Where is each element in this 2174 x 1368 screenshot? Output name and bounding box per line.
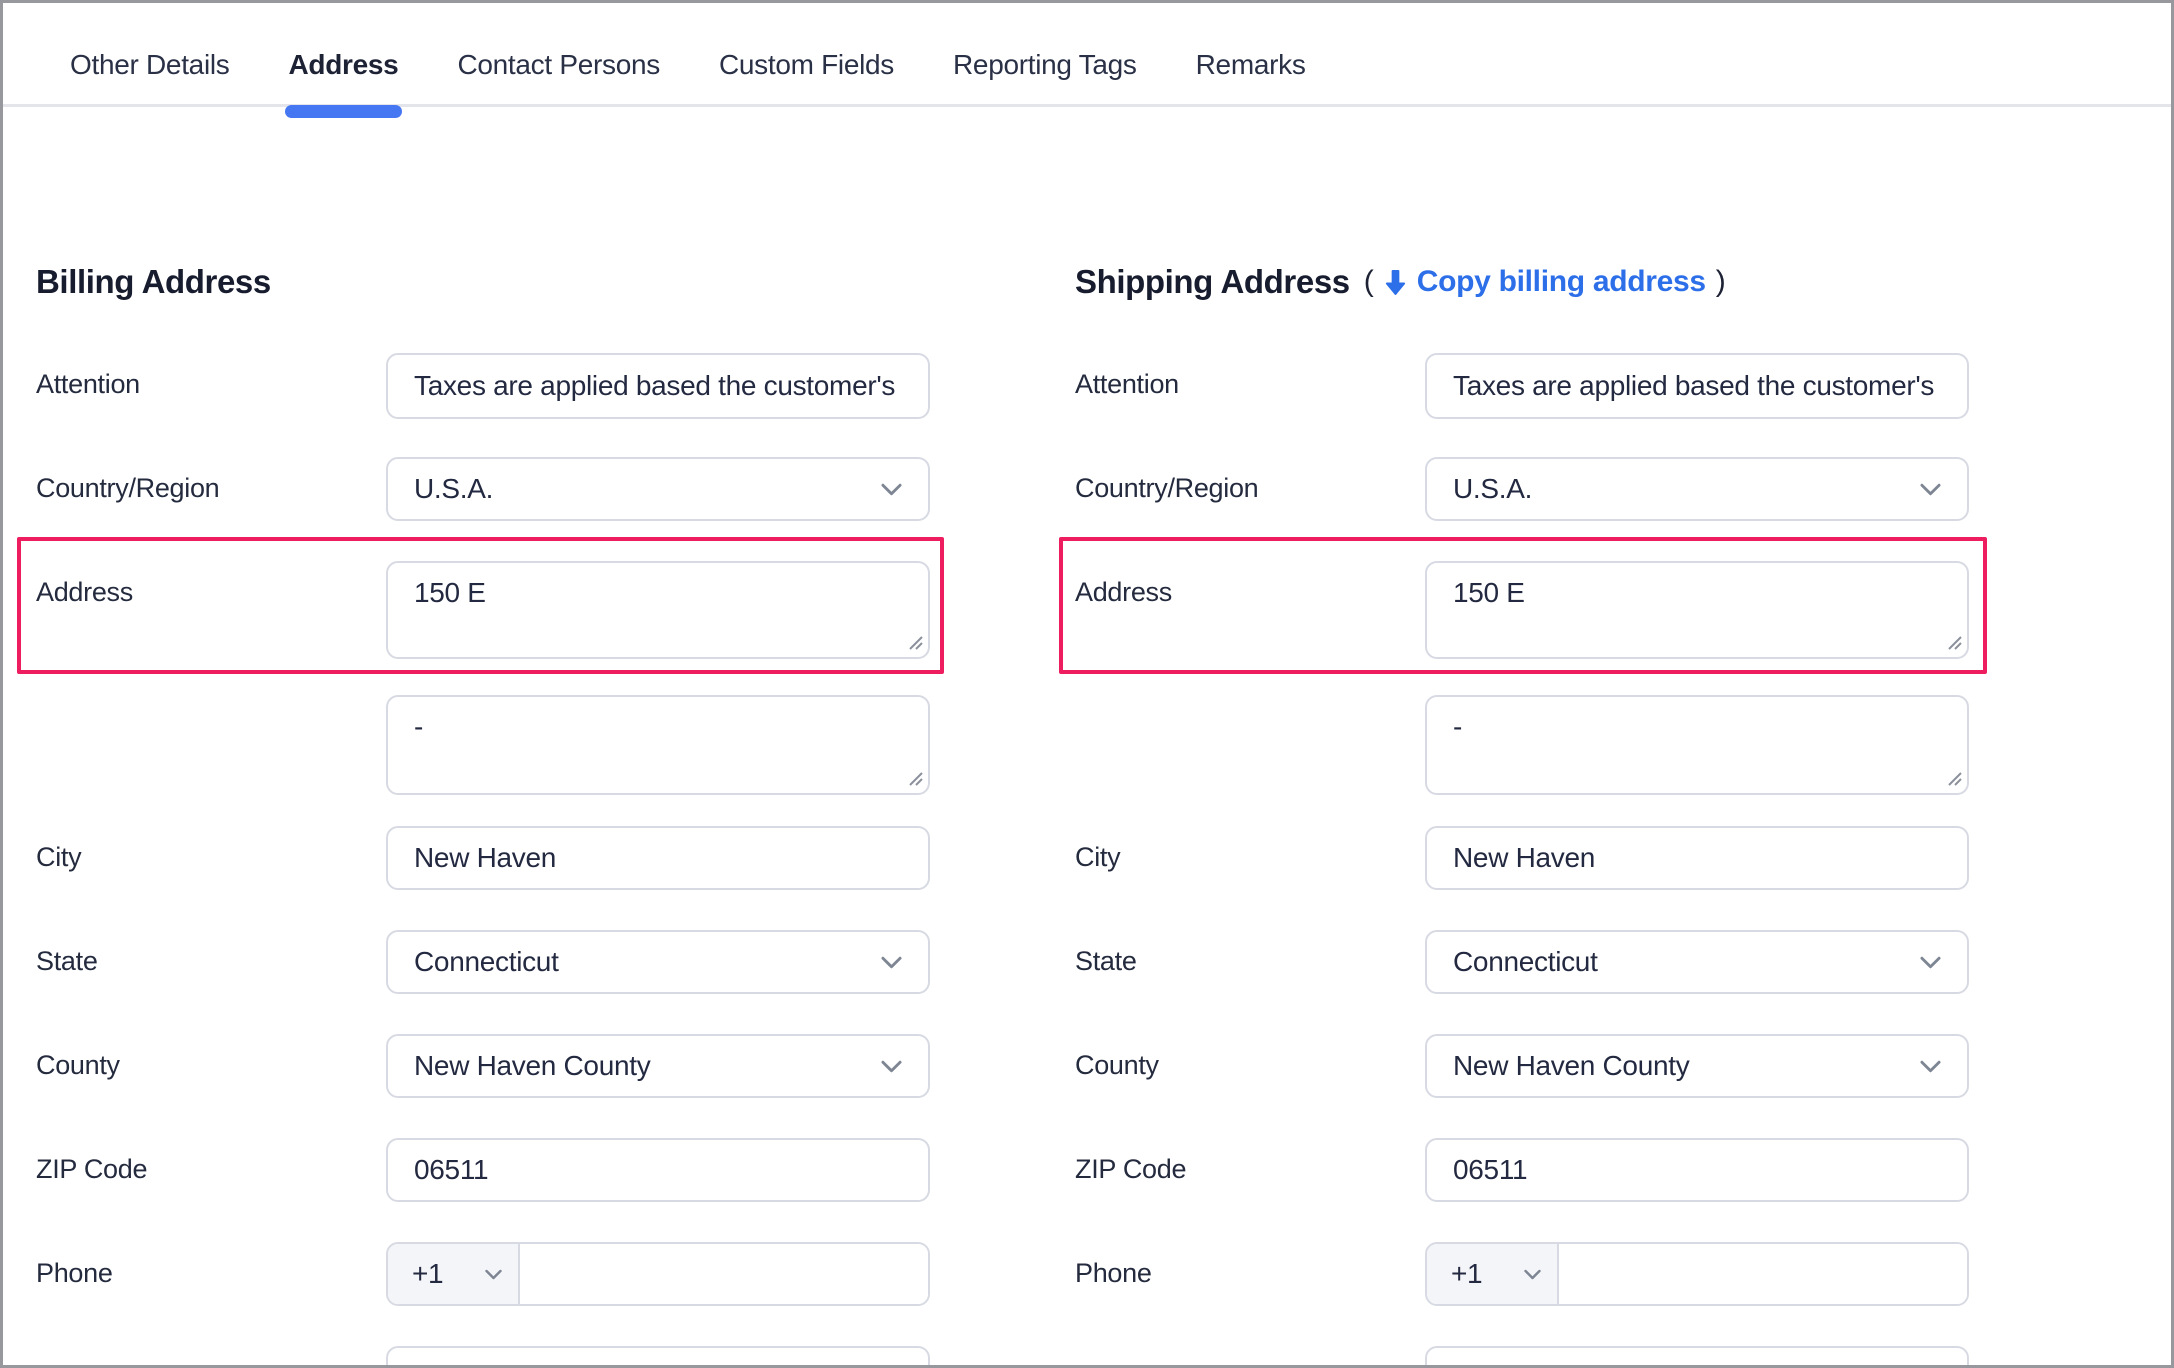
shipping-zip-input[interactable] bbox=[1425, 1138, 1969, 1202]
resize-handle-icon[interactable] bbox=[1942, 630, 1962, 650]
billing-state-row: State Connecticut bbox=[36, 930, 976, 994]
billing-city-label: City bbox=[36, 826, 386, 890]
shipping-phone-input[interactable] bbox=[1559, 1244, 1967, 1304]
shipping-city-input[interactable] bbox=[1425, 826, 1969, 890]
billing-zip-input[interactable] bbox=[386, 1138, 930, 1202]
billing-phone-field: +1 bbox=[386, 1242, 930, 1306]
shipping-zip-label: ZIP Code bbox=[1075, 1138, 1425, 1202]
tab-custom-fields[interactable]: Custom Fields bbox=[719, 25, 894, 104]
tab-bar: Other Details Address Contact Persons Cu… bbox=[3, 3, 2171, 107]
chevron-down-icon bbox=[1920, 483, 1941, 496]
shipping-city-row: City bbox=[1075, 826, 2015, 890]
shipping-address-section: Shipping Address ( Copy billing address … bbox=[1075, 247, 2015, 1368]
resize-handle-icon[interactable] bbox=[903, 766, 923, 786]
shipping-attention-label: Attention bbox=[1075, 353, 1425, 419]
billing-address-section: Billing Address Attention Country/Region… bbox=[36, 247, 976, 1368]
tab-remarks[interactable]: Remarks bbox=[1196, 25, 1306, 104]
billing-phone-row: Phone +1 bbox=[36, 1242, 976, 1306]
tab-address[interactable]: Address bbox=[289, 25, 399, 104]
active-tab-underline bbox=[285, 105, 403, 118]
shipping-county-label: County bbox=[1075, 1034, 1425, 1098]
billing-country-select[interactable]: U.S.A. bbox=[386, 457, 930, 521]
billing-address-street-textarea[interactable]: 150 E bbox=[386, 561, 930, 659]
billing-county-select[interactable]: New Haven County bbox=[386, 1034, 930, 1098]
shipping-address2-row: - bbox=[1075, 695, 2015, 795]
shipping-zip-row: ZIP Code bbox=[1075, 1138, 2015, 1202]
billing-fax-input[interactable] bbox=[386, 1346, 930, 1368]
customer-address-form: Other Details Address Contact Persons Cu… bbox=[0, 0, 2174, 1368]
shipping-phone-row: Phone +1 bbox=[1075, 1242, 2015, 1306]
shipping-county-row: County New Haven County bbox=[1075, 1034, 2015, 1098]
shipping-attention-input[interactable] bbox=[1425, 353, 1969, 419]
shipping-fax-label: Fax Number bbox=[1075, 1346, 1425, 1368]
billing-zip-label: ZIP Code bbox=[36, 1138, 386, 1202]
shipping-phone-country-code-select[interactable]: +1 bbox=[1427, 1244, 1559, 1304]
chevron-down-icon bbox=[485, 1269, 502, 1280]
shipping-state-row: State Connecticut bbox=[1075, 930, 2015, 994]
tab-reporting-tags[interactable]: Reporting Tags bbox=[953, 25, 1137, 104]
chevron-down-icon bbox=[1920, 1060, 1941, 1073]
tab-other-details[interactable]: Other Details bbox=[70, 25, 230, 104]
shipping-address-label: Address bbox=[1075, 561, 1425, 659]
paren-close: ) bbox=[1716, 265, 1726, 299]
chevron-down-icon bbox=[881, 483, 902, 496]
billing-attention-label: Attention bbox=[36, 353, 386, 419]
billing-address-row: Address 150 E bbox=[36, 561, 976, 659]
chevron-down-icon bbox=[881, 1060, 902, 1073]
shipping-phone-field: +1 bbox=[1425, 1242, 1969, 1306]
billing-attention-input[interactable] bbox=[386, 353, 930, 419]
billing-fax-label: Fax Number bbox=[36, 1346, 386, 1368]
shipping-city-label: City bbox=[1075, 826, 1425, 890]
shipping-address-line2-textarea[interactable]: - bbox=[1425, 695, 1969, 795]
copy-billing-address-link[interactable]: Copy billing address bbox=[1384, 265, 1706, 299]
billing-address-line2-textarea[interactable]: - bbox=[386, 695, 930, 795]
billing-city-input[interactable] bbox=[386, 826, 930, 890]
shipping-fax-input[interactable] bbox=[1425, 1346, 1969, 1368]
billing-address-label: Address bbox=[36, 561, 386, 659]
shipping-state-select[interactable]: Connecticut bbox=[1425, 930, 1969, 994]
billing-city-row: City bbox=[36, 826, 976, 890]
chevron-down-icon bbox=[1524, 1269, 1541, 1280]
billing-country-row: Country/Region U.S.A. bbox=[36, 457, 976, 521]
billing-phone-input[interactable] bbox=[520, 1244, 928, 1304]
billing-county-label: County bbox=[36, 1034, 386, 1098]
shipping-phone-label: Phone bbox=[1075, 1242, 1425, 1306]
shipping-attention-row: Attention bbox=[1075, 353, 2015, 419]
shipping-county-select[interactable]: New Haven County bbox=[1425, 1034, 1969, 1098]
shipping-address2-label bbox=[1075, 695, 1425, 795]
billing-address2-label bbox=[36, 695, 386, 795]
shipping-address-street-textarea[interactable]: 150 E bbox=[1425, 561, 1969, 659]
shipping-country-select[interactable]: U.S.A. bbox=[1425, 457, 1969, 521]
resize-handle-icon[interactable] bbox=[1942, 766, 1962, 786]
billing-phone-label: Phone bbox=[36, 1242, 386, 1306]
billing-zip-row: ZIP Code bbox=[36, 1138, 976, 1202]
billing-country-label: Country/Region bbox=[36, 457, 386, 521]
resize-handle-icon[interactable] bbox=[903, 630, 923, 650]
chevron-down-icon bbox=[881, 956, 902, 969]
shipping-address-title: Shipping Address bbox=[1075, 263, 1350, 301]
billing-state-label: State bbox=[36, 930, 386, 994]
shipping-state-label: State bbox=[1075, 930, 1425, 994]
paren-open: ( bbox=[1364, 265, 1374, 299]
chevron-down-icon bbox=[1920, 956, 1941, 969]
billing-attention-row: Attention bbox=[36, 353, 976, 419]
arrow-down-icon bbox=[1384, 269, 1407, 296]
shipping-address-row: Address 150 E bbox=[1075, 561, 2015, 659]
billing-fax-row: Fax Number bbox=[36, 1346, 976, 1368]
billing-county-row: County New Haven County bbox=[36, 1034, 976, 1098]
billing-address2-row: - bbox=[36, 695, 976, 795]
shipping-country-row: Country/Region U.S.A. bbox=[1075, 457, 2015, 521]
tab-contact-persons[interactable]: Contact Persons bbox=[457, 25, 660, 104]
billing-phone-country-code-select[interactable]: +1 bbox=[388, 1244, 520, 1304]
billing-state-select[interactable]: Connecticut bbox=[386, 930, 930, 994]
shipping-country-label: Country/Region bbox=[1075, 457, 1425, 521]
shipping-fax-row: Fax Number bbox=[1075, 1346, 2015, 1368]
billing-address-title: Billing Address bbox=[36, 263, 271, 301]
